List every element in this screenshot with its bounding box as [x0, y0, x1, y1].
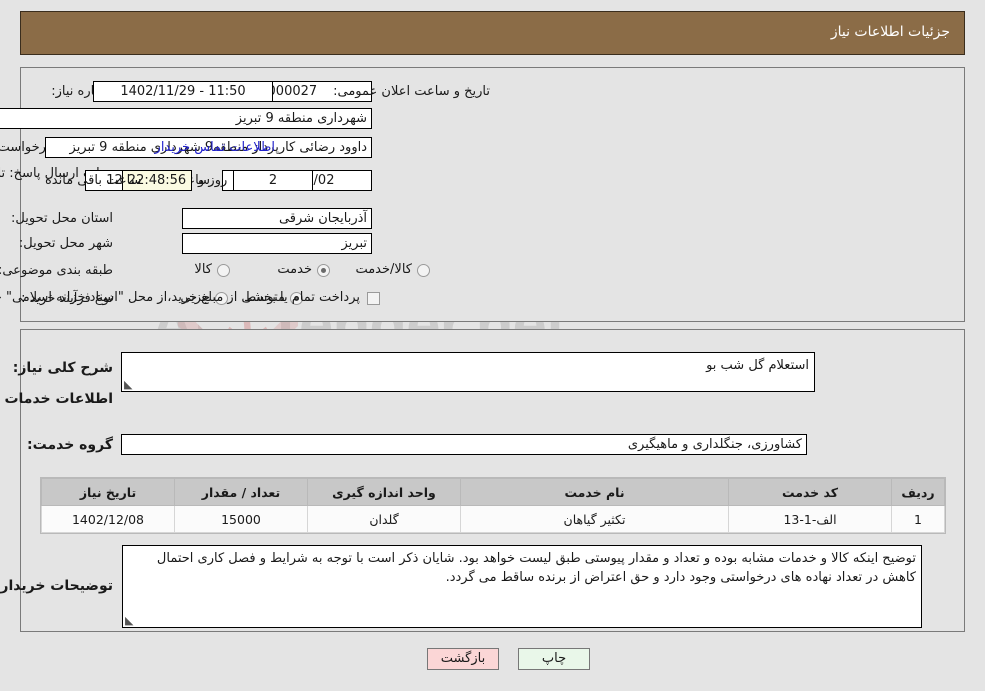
category-label-kala-khedmat: کالا/خدمت: [355, 262, 412, 277]
print-button[interactable]: چاپ: [518, 648, 590, 670]
category-radio-kala-khedmat[interactable]: [417, 264, 430, 277]
cell-need-date: 1402/12/08: [41, 505, 175, 533]
province-value: آذربایجان شرقی: [182, 208, 372, 229]
col-quantity: تعداد / مقدار: [174, 478, 308, 506]
cell-row-no: 1: [891, 505, 945, 533]
category-radio-khedmat[interactable]: [317, 264, 330, 277]
buyer-contact-link[interactable]: اطلاعات تماس خریدار: [155, 140, 275, 155]
col-service-name: نام خدمت: [460, 478, 729, 506]
service-items-table-wrap: ردیف کد خدمت نام خدمت واحد اندازه گیری ت…: [40, 477, 946, 534]
cell-quantity: 15000: [174, 505, 308, 533]
treasury-checkbox-label: پرداخت تمام یا بخشی از مبلغ خرید،از محل …: [0, 290, 360, 305]
cell-service-name: تکثیر گیاهان: [460, 505, 729, 533]
buyer-org-value: شهرداری منطقه 9 تبریز: [0, 108, 372, 129]
resize-grip-icon-notes[interactable]: ◢: [125, 614, 137, 627]
buyer-notes-box[interactable]: توضیح اینکه کالا و خدمات مشابه بوده و تع…: [122, 545, 922, 628]
col-row-no: ردیف: [891, 478, 945, 506]
col-need-date: تاریخ نیاز: [41, 478, 175, 506]
treasury-checkbox[interactable]: [367, 292, 380, 305]
table-header-row: ردیف کد خدمت نام خدمت واحد اندازه گیری ت…: [41, 478, 945, 506]
city-label: شهر محل تحویل:: [18, 236, 113, 251]
service-group-label: گروه خدمت:: [27, 437, 113, 453]
cell-unit: گلدان: [307, 505, 461, 533]
col-unit: واحد اندازه گیری: [307, 478, 461, 506]
category-label-khedmat: خدمت: [277, 262, 312, 277]
page-root: AriaTender.net ⤵ جزئیات اطلاعات نیاز شما…: [0, 0, 985, 691]
need-desc-label: شرح کلی نیاز:: [12, 360, 113, 376]
remaining-days-value: 2: [233, 170, 313, 191]
need-summary-panel: [20, 67, 965, 322]
buyer-notes-value: توضیح اینکه کالا و خدمات مشابه بوده و تع…: [156, 551, 916, 585]
col-service-code: کد خدمت: [728, 478, 892, 506]
category-radio-kala[interactable]: [217, 264, 230, 277]
back-button[interactable]: بازگشت: [427, 648, 499, 670]
buyer-notes-label: توضیحات خریدار:: [0, 578, 113, 594]
service-items-table: ردیف کد خدمت نام خدمت واحد اندازه گیری ت…: [41, 478, 945, 533]
resize-grip-icon[interactable]: ◢: [124, 378, 136, 391]
days-label: روز و: [198, 173, 228, 188]
announce-datetime-value: 11:50 - 1402/11/29: [93, 81, 273, 102]
province-label: استان محل تحویل:: [11, 211, 113, 226]
city-value: تبریز: [182, 233, 372, 254]
service-group-value: کشاورزی، جنگلداری و ماهیگیری: [121, 434, 807, 455]
need-desc-value: استعلام گل شب بو: [706, 358, 809, 373]
category-label: طبقه بندی موضوعی:: [0, 263, 113, 278]
table-row[interactable]: 1 الف-1-13 تکثیر گیاهان گلدان 15000 1402…: [41, 505, 945, 533]
page-title: جزئیات اطلاعات نیاز: [830, 24, 950, 40]
announce-datetime-label: تاریخ و ساعت اعلان عمومی:: [333, 84, 490, 99]
services-info-heading: اطلاعات خدمات مورد نیاز: [0, 391, 113, 407]
cell-service-code: الف-1-13: [728, 505, 892, 533]
remaining-label: ساعت باقی مانده: [45, 173, 142, 188]
category-label-kala: کالا: [194, 262, 212, 277]
need-desc-value-box[interactable]: استعلام گل شب بو ◢: [121, 352, 815, 392]
window-title-bar: جزئیات اطلاعات نیاز: [20, 11, 965, 55]
